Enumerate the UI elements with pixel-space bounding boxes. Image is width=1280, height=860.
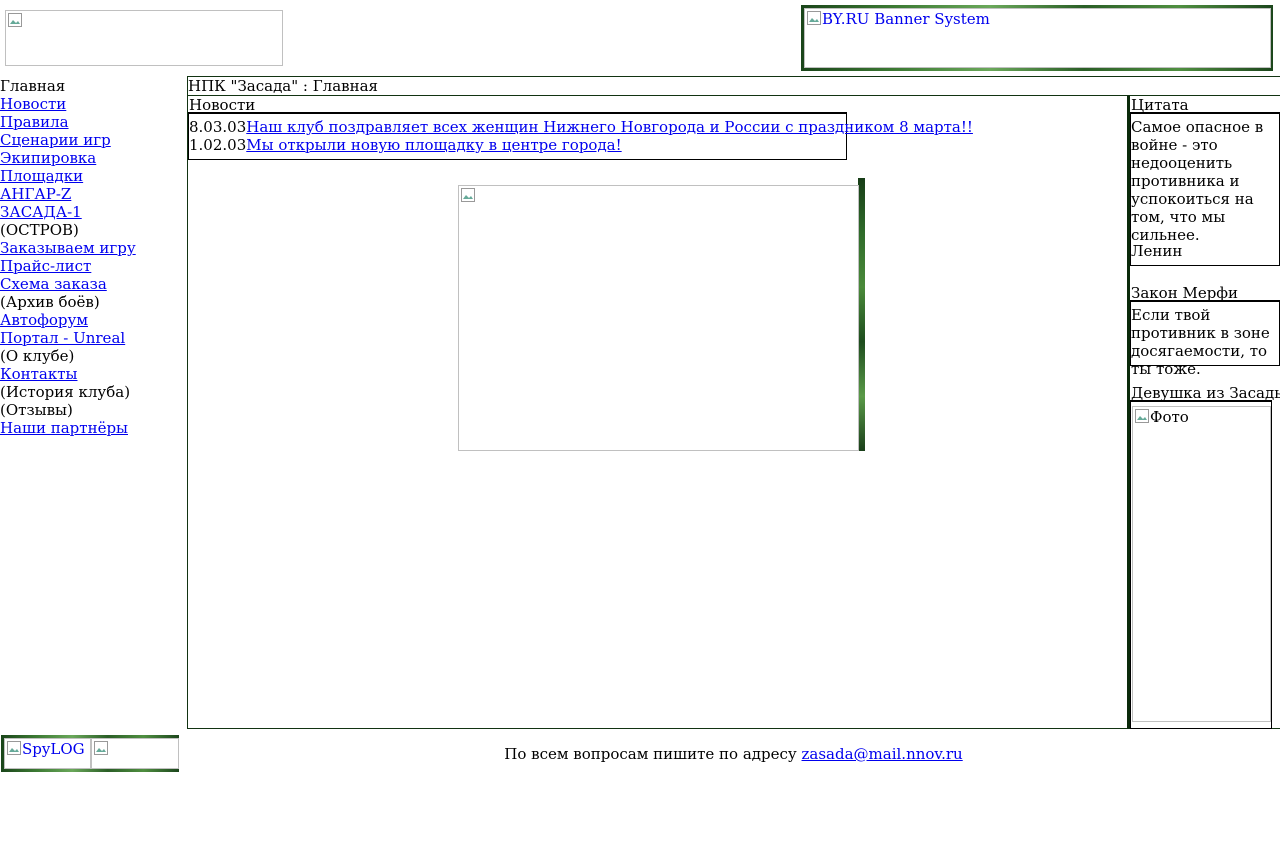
broken-image-icon (1135, 409, 1149, 423)
breadcrumb-divider (187, 95, 1280, 96)
broken-image-icon (461, 188, 475, 202)
footer-contact: По всем вопросам пишите по адресу zasada… (187, 745, 1280, 763)
central-image (458, 185, 859, 451)
murphy-text: Если твой противник в зоне досягаемости,… (1131, 306, 1270, 378)
banner-alt-text: BY.RU Banner System (822, 10, 990, 28)
central-image-frame (858, 178, 865, 451)
news-link[interactable]: Наш клуб поздравляет всех женщин Нижнего… (246, 118, 973, 136)
nav-item-grounds[interactable]: Площадки (0, 167, 83, 185)
nav-item-partners[interactable]: Наши партнёры (0, 419, 128, 437)
spylog-counter[interactable]: SpyLOG (4, 738, 91, 769)
breadcrumb: НПК "Засада" : Главная (188, 77, 378, 95)
nav-item-autoforum[interactable]: Автофорум (0, 311, 88, 329)
counter-image[interactable] (91, 738, 179, 769)
nav-item-zasada-1[interactable]: ЗАСАДА-1 (0, 203, 82, 221)
nav-item-angar-z[interactable]: АНГАР-Z (0, 185, 71, 203)
news-link[interactable]: Мы открыли новую площадку в центре город… (246, 136, 621, 154)
spylog-alt-text: SpyLOG (22, 740, 85, 758)
nav-item-order-game[interactable]: Заказываем игру (0, 239, 136, 257)
nav-item-order-scheme[interactable]: Схема заказа (0, 275, 107, 293)
broken-image-icon (807, 11, 821, 25)
news-row: 1.02.03Мы открыли новую площадку в центр… (189, 136, 622, 154)
girl-photo: Фото (1132, 406, 1271, 722)
footer-contact-text: По всем вопросам пишите по адресу (504, 745, 802, 763)
news-date: 8.03.03 (189, 118, 247, 136)
broken-image-icon (94, 741, 108, 755)
nav-item-portal-unreal[interactable]: Портал - Unreal (0, 329, 125, 347)
nav-item-about: (О клубе) (0, 347, 75, 365)
nav-item-scenarios[interactable]: Сценарии игр (0, 131, 111, 149)
left-nav: Главная Новости Правила Сценарии игр Эки… (0, 77, 186, 437)
news-row: 8.03.03Наш клуб поздравляет всех женщин … (189, 118, 973, 136)
nav-item-history: (История клуба) (0, 383, 131, 401)
quote-author: Ленин (1131, 242, 1183, 260)
nav-item-price-list[interactable]: Прайс-лист (0, 257, 91, 275)
site-logo-image (5, 10, 283, 66)
broken-image-icon (8, 13, 22, 27)
photo-alt-text: Фото (1150, 408, 1189, 426)
nav-item-contacts[interactable]: Контакты (0, 365, 78, 383)
nav-item-island: (ОСТРОВ) (0, 221, 79, 239)
nav-item-news[interactable]: Новости (0, 95, 66, 113)
nav-item-rules[interactable]: Правила (0, 113, 69, 131)
nav-item-equipment[interactable]: Экипировка (0, 149, 96, 167)
nav-item-battle-archive: (Архив боёв) (0, 293, 100, 311)
footer-email-link[interactable]: zasada@mail.nnov.ru (802, 745, 963, 763)
quote-text: Самое опасное в войне - это недооценить … (1131, 118, 1264, 244)
banner-link[interactable]: BY.RU Banner System (804, 8, 1271, 68)
broken-image-icon (7, 741, 21, 755)
nav-item-home: Главная (0, 77, 66, 95)
news-date: 1.02.03 (189, 136, 247, 154)
nav-item-reviews: (Отзывы) (0, 401, 73, 419)
